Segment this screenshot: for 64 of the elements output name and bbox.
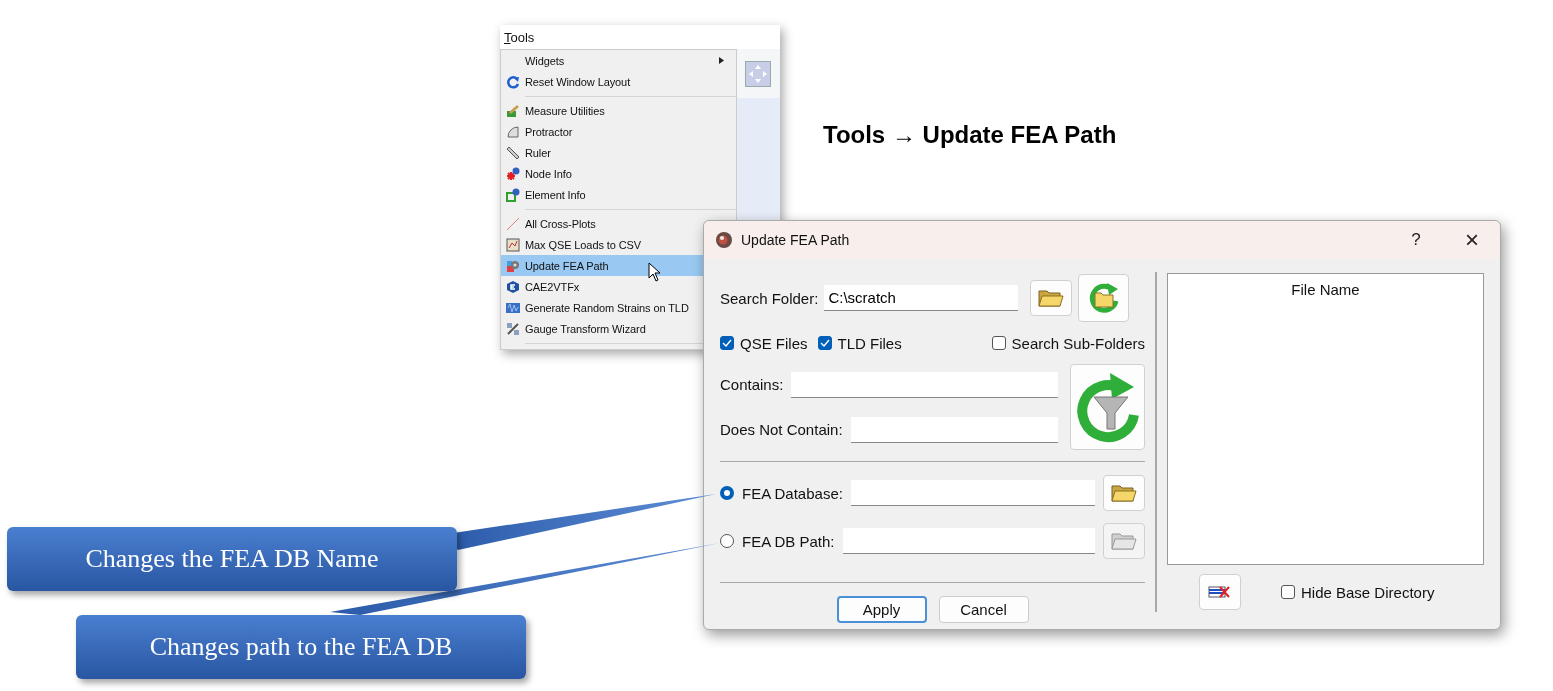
- clear-list-button[interactable]: [1199, 574, 1241, 610]
- file-list[interactable]: File Name: [1167, 273, 1484, 565]
- contains-field[interactable]: [791, 371, 1058, 398]
- search-folder-field[interactable]: C:\scratch: [824, 285, 1019, 311]
- does-not-contain-label: Does Not Contain:: [720, 421, 843, 438]
- menu-item[interactable]: Node Info: [501, 163, 736, 184]
- checkbox-label: TLD Files: [837, 334, 902, 352]
- checkbox[interactable]: [1281, 585, 1295, 599]
- radio-button[interactable]: [720, 534, 734, 548]
- menu-item[interactable]: Gauge Transform Wizard: [501, 318, 736, 339]
- apply-button[interactable]: Apply: [836, 596, 927, 623]
- cancel-button[interactable]: Cancel: [938, 596, 1029, 623]
- menu-item[interactable]: Protractor: [501, 121, 736, 142]
- checkbox-label: QSE Files: [740, 334, 808, 352]
- checkbox[interactable]: [991, 336, 1006, 350]
- checkbox-label: Hide Base Directory: [1301, 583, 1435, 601]
- search-folder-label: Search Folder:: [720, 289, 819, 307]
- table-delete-icon: [1208, 584, 1232, 600]
- diagonal-line-icon: [506, 216, 520, 231]
- app-logo-icon: [715, 231, 733, 249]
- help-button[interactable]: ?: [1388, 221, 1444, 259]
- browse-button[interactable]: [1103, 523, 1145, 559]
- contains-label: Contains:: [720, 376, 784, 393]
- checkbox-label: Search Sub-Folders: [1011, 334, 1145, 352]
- caption-title: Tools → Update FEA Path: [823, 121, 1117, 149]
- radio-button[interactable]: [720, 486, 734, 500]
- menu-item[interactable]: Max QSE Loads to CSV: [501, 234, 736, 255]
- browse-button[interactable]: [1103, 475, 1145, 511]
- menu-item[interactable]: Measure Utilities: [501, 100, 736, 121]
- menu-item[interactable]: Reset Window Layout: [501, 71, 736, 92]
- menu-item[interactable]: Element Info: [501, 184, 736, 205]
- refresh-arrow-icon: [506, 74, 520, 89]
- menu-title[interactable]: Tools: [504, 29, 535, 45]
- callout-text: Changes the FEA DB Name: [85, 544, 379, 574]
- hexagon-icon: [506, 279, 520, 294]
- menu-item[interactable]: All Cross-Plots: [501, 213, 736, 234]
- menu-item[interactable]: Widgets: [501, 50, 736, 71]
- folder-icon: [1111, 531, 1137, 551]
- browse-button[interactable]: [1030, 280, 1073, 316]
- path-field[interactable]: [850, 480, 1095, 506]
- chart-icon: [506, 237, 520, 252]
- close-button[interactable]: ×: [1444, 221, 1500, 259]
- radio-label: FEA DB Path:: [742, 532, 835, 550]
- element-info-icon: [506, 187, 520, 202]
- protractor-icon: [506, 124, 520, 139]
- menu-item[interactable]: Ruler: [501, 142, 736, 163]
- fit-view-icon[interactable]: [745, 60, 771, 87]
- window-title: Update FEA Path: [741, 232, 850, 248]
- node-info-icon: [506, 166, 520, 181]
- waveform-icon: [506, 300, 520, 315]
- checkbox[interactable]: [720, 336, 734, 350]
- ruler-icon: [506, 145, 520, 160]
- radio-label: FEA Database:: [742, 484, 843, 502]
- filter-refresh-button[interactable]: [1069, 364, 1145, 450]
- folder-icon: [1111, 483, 1137, 503]
- pencil-ruler-icon: [506, 103, 520, 118]
- mouse-pointer-icon: [648, 262, 662, 282]
- path-field[interactable]: [842, 528, 1095, 554]
- refresh-folder-button[interactable]: [1078, 274, 1130, 322]
- checkbox[interactable]: [817, 336, 832, 350]
- column-header[interactable]: File Name: [1291, 281, 1360, 298]
- folder-icon: [1038, 288, 1065, 308]
- does-not-contain-field[interactable]: [850, 416, 1058, 443]
- callout-text: Changes path to the FEA DB: [149, 632, 453, 662]
